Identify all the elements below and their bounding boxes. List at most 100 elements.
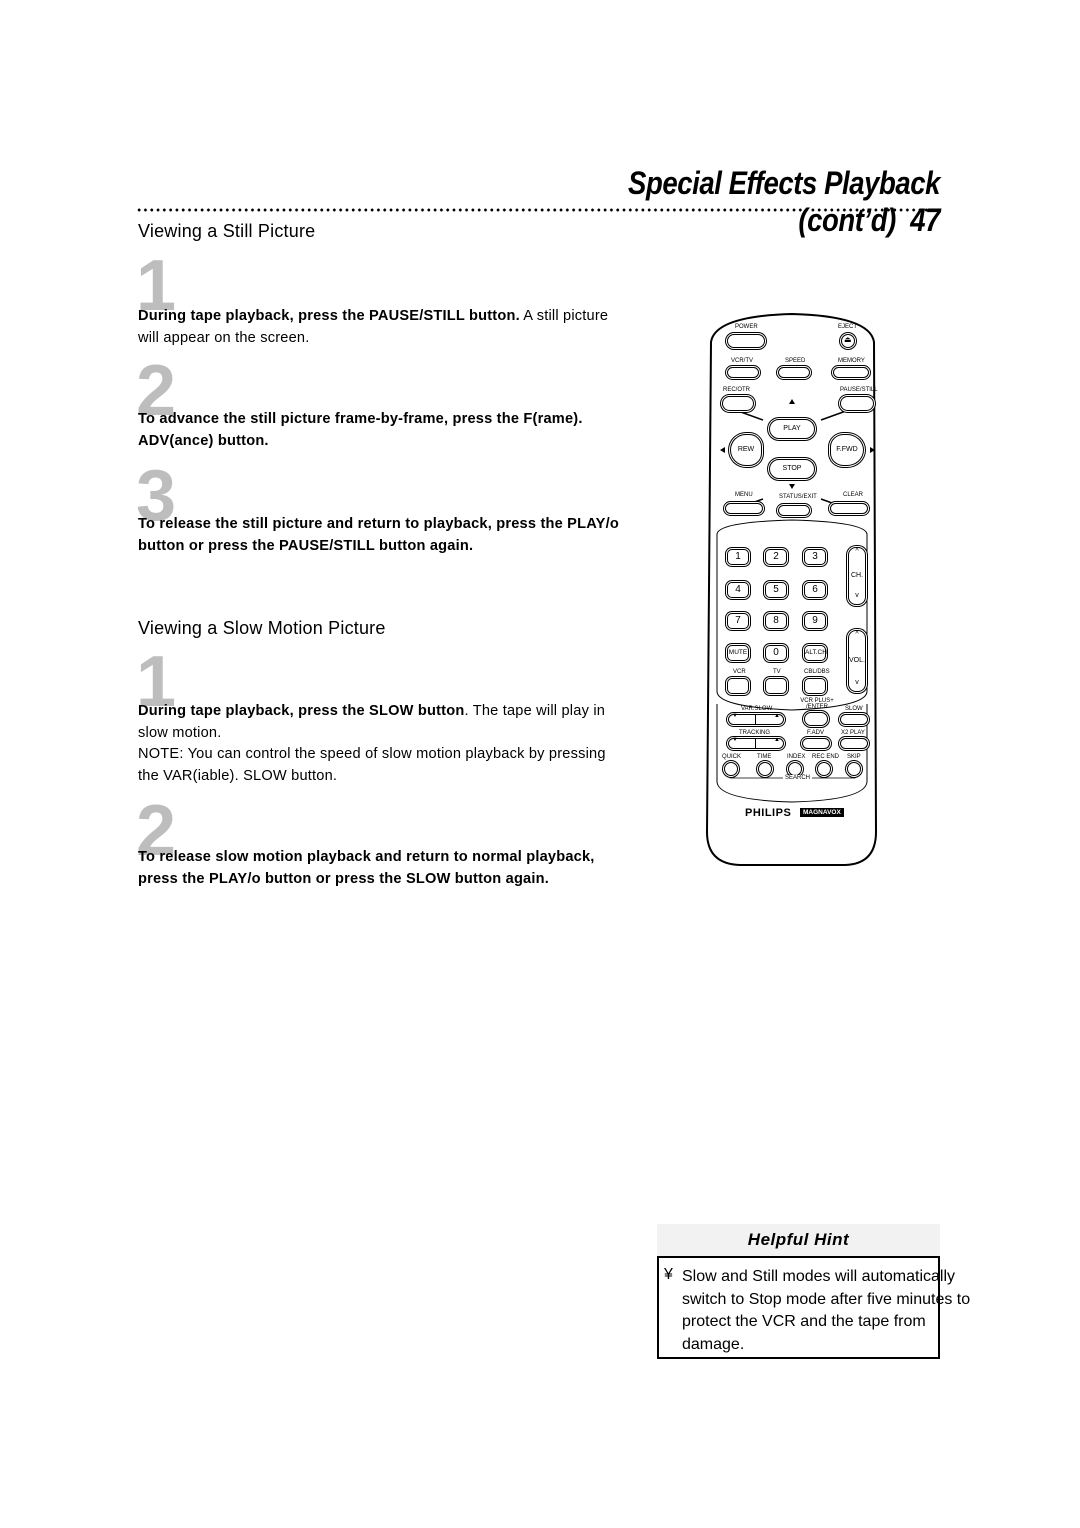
step-bold-text: To release slow motion playback and retu…: [138, 849, 595, 887]
volume-label: VOL.: [849, 657, 865, 664]
digit-7-button[interactable]: 7: [727, 613, 749, 629]
step-text: To advance the still picture frame-by-fr…: [138, 409, 608, 452]
tv-button[interactable]: [765, 678, 787, 694]
play-button[interactable]: PLAY: [769, 419, 815, 439]
time-button[interactable]: [758, 762, 772, 776]
cbl-dbs-button[interactable]: [804, 678, 826, 694]
down-triangle-icon: ▼: [732, 737, 738, 743]
step-bold-text: To advance the still picture frame-by-fr…: [138, 411, 583, 449]
step-bold-text: During tape playback, press the PAUSE/ST…: [138, 308, 520, 324]
slow-button[interactable]: [840, 714, 868, 725]
step-text: During tape playback, press the SLOW but…: [138, 701, 628, 787]
digit-8-button[interactable]: 8: [765, 613, 787, 629]
quick-button[interactable]: [724, 762, 738, 776]
rec-end-button[interactable]: [817, 762, 831, 776]
section-heading-slow: Viewing a Slow Motion Picture: [138, 618, 386, 638]
step-text: To release the still picture and return …: [138, 514, 628, 557]
menu-button[interactable]: [725, 503, 763, 514]
philips-logo: PHILIPS: [745, 807, 792, 819]
rew-label: REW: [737, 446, 755, 453]
stop-button[interactable]: STOP: [769, 459, 815, 479]
ffwd-label: F.FWD: [836, 446, 858, 453]
speed-label: SPEED: [785, 358, 806, 364]
page-title: Special Effects Playback (cont’d) 47: [587, 165, 940, 239]
eject-label: EJECT: [838, 324, 858, 330]
status-exit-button[interactable]: [778, 505, 810, 516]
digit-5-button[interactable]: 5: [765, 582, 787, 598]
index-button[interactable]: [788, 762, 802, 776]
helpful-hint-text: Slow and Still modes will automatically …: [682, 1268, 971, 1353]
mute-button[interactable]: MUTE: [727, 645, 749, 661]
rec-otr-label: REC/OTR: [723, 387, 750, 393]
bullet-icon: ¥: [664, 1266, 673, 1283]
digit-6-button[interactable]: 6: [804, 582, 826, 598]
up-triangle-icon: ▲: [774, 737, 780, 743]
rew-button[interactable]: REW: [730, 434, 762, 466]
digit-9-button[interactable]: 9: [804, 613, 826, 629]
speed-button[interactable]: [778, 367, 810, 378]
tv-label: TV: [773, 669, 781, 675]
alt-ch-button[interactable]: ALT.CH: [804, 645, 827, 661]
dotted-divider: [136, 208, 942, 212]
f-adv-label: F.ADV: [807, 730, 825, 736]
eject-button[interactable]: ⏏: [841, 334, 855, 348]
vcr-label: VCR: [733, 669, 746, 675]
section-heading-still: Viewing a Still Picture: [138, 221, 316, 241]
rec-otr-button[interactable]: [722, 396, 754, 411]
clear-label: CLEAR: [843, 492, 864, 498]
digit-3-button[interactable]: 3: [804, 549, 826, 565]
quick-label: QUICK: [722, 754, 742, 760]
digit-0-button[interactable]: 0: [765, 645, 787, 661]
menu-label: MENU: [735, 492, 753, 498]
volume-rocker[interactable]: ^ VOL. v: [848, 630, 866, 692]
step-bold-text: To release the still picture and return …: [138, 516, 619, 554]
slow-label: SLOW: [845, 706, 863, 712]
down-triangle-icon: ▼: [732, 713, 738, 719]
digit-2-button[interactable]: 2: [765, 549, 787, 565]
f-adv-button[interactable]: [802, 738, 830, 749]
clear-button[interactable]: [830, 503, 868, 514]
rec-end-label: REC END: [812, 754, 840, 760]
var-slow-button[interactable]: ▼ ▲: [728, 713, 784, 725]
power-label: POWER: [735, 324, 758, 330]
digit-1-button[interactable]: 1: [727, 549, 749, 565]
pause-still-button[interactable]: [840, 396, 874, 411]
ffwd-button[interactable]: F.FWD: [830, 434, 864, 466]
status-exit-label: STATUS/EXIT: [779, 494, 817, 500]
vcr-plus-enter-button[interactable]: [804, 712, 828, 726]
x2-play-label: X2 PLAY: [841, 730, 865, 736]
step-note-text: NOTE: You can control the speed of slow …: [138, 746, 606, 784]
up-triangle-icon: ▲: [774, 713, 780, 719]
step-text: To release slow motion playback and retu…: [138, 847, 628, 890]
vcr-button[interactable]: [727, 678, 749, 694]
x2-play-button[interactable]: [840, 738, 868, 749]
vcr-tv-label: VCR/TV: [731, 358, 754, 364]
helpful-hint-title: Helpful Hint: [657, 1224, 940, 1258]
step-text: During tape playback, press the PAUSE/ST…: [138, 306, 628, 349]
channel-up-icon: ^: [855, 548, 859, 555]
digit-4-button[interactable]: 4: [727, 582, 749, 598]
channel-rocker[interactable]: ^ CH. v: [848, 547, 866, 605]
skip-button[interactable]: [847, 762, 861, 776]
eject-icon: ⏏: [844, 335, 852, 344]
power-button[interactable]: [727, 334, 765, 348]
step-bold-text: During tape playback, press the SLOW but…: [138, 703, 465, 719]
volume-up-icon: ^: [855, 631, 859, 638]
memory-button[interactable]: [833, 367, 869, 378]
tracking-button[interactable]: ▼ ▲: [728, 737, 784, 749]
vcr-tv-button[interactable]: [727, 367, 759, 378]
var-slow-label: VAR.SLOW: [741, 706, 773, 712]
time-label: TIME: [757, 754, 772, 760]
channel-label: CH.: [850, 572, 864, 579]
magnavox-logo: MAGNAVOX: [800, 808, 844, 817]
channel-down-icon: v: [855, 592, 859, 599]
pause-still-label: PAUSE/STILL: [840, 387, 878, 393]
play-label: PLAY: [783, 425, 801, 432]
search-label: SEARCH: [783, 775, 813, 781]
volume-down-icon: v: [855, 679, 859, 686]
page-title-text: Special Effects Playback (cont’d): [628, 165, 940, 238]
stop-label: STOP: [782, 465, 802, 472]
cbl-dbs-label: CBL/DBS: [804, 669, 830, 675]
memory-label: MEMORY: [838, 358, 865, 364]
index-label: INDEX: [787, 754, 806, 760]
